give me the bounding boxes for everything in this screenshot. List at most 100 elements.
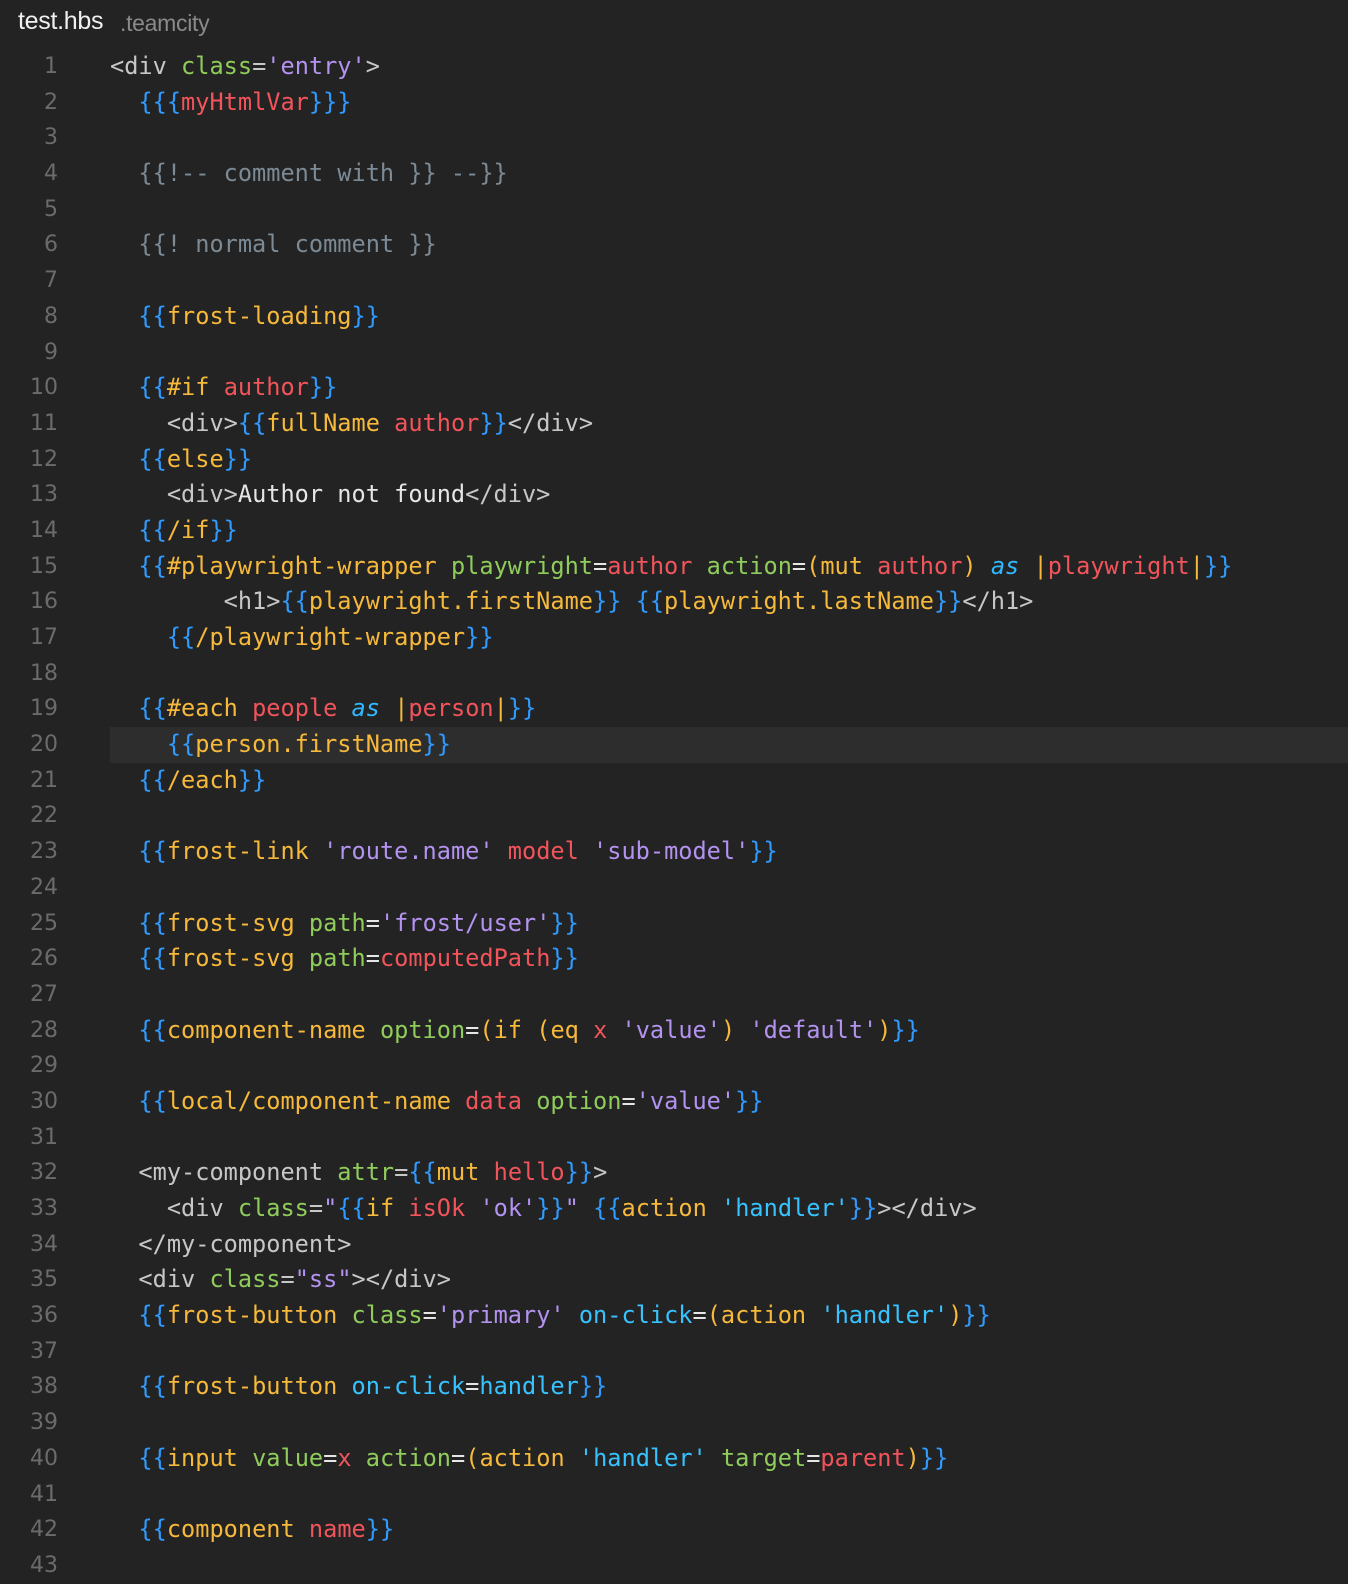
code-line[interactable]: 20 {{person.firstName}} bbox=[0, 727, 1348, 763]
code-line[interactable]: 10 {{#if author}} bbox=[0, 370, 1348, 406]
code-token: 'handler' bbox=[721, 1194, 849, 1222]
code-token: data bbox=[465, 1086, 522, 1115]
code-token: name bbox=[308, 1515, 366, 1544]
code-line[interactable]: 4 {{!-- comment with }} --}} bbox=[0, 156, 1348, 192]
line-number: 36 bbox=[30, 1303, 58, 1329]
code-token: {{ bbox=[138, 1515, 167, 1544]
code-line[interactable]: 33 <div class="{{if isOk 'ok'}}" {{actio… bbox=[0, 1191, 1348, 1227]
code-editor[interactable]: test.hbs .teamcity 1 <div class='entry'> 2… bbox=[0, 0, 1348, 1584]
code-line[interactable]: 39 bbox=[0, 1405, 1348, 1441]
code-token: (mut bbox=[806, 551, 863, 580]
line-content: {{#playwright-wrapper playwright=author … bbox=[110, 549, 1232, 585]
code-token: input bbox=[166, 1443, 238, 1472]
code-token: {{ bbox=[138, 908, 167, 937]
code-token: frost-svg bbox=[166, 944, 295, 973]
code-line[interactable]: 26 {{frost-svg path=computedPath}} bbox=[0, 941, 1348, 977]
code-line[interactable]: 28 {{component-name option=(if (eq x 'va… bbox=[0, 1013, 1348, 1049]
code-line[interactable]: 3 bbox=[0, 120, 1348, 156]
code-line[interactable]: 14 {{/if}} bbox=[0, 513, 1348, 549]
code-token: }} bbox=[479, 408, 508, 437]
code-line[interactable]: 1 <div class='entry'> bbox=[0, 49, 1348, 85]
line-number: 17 bbox=[30, 625, 58, 650]
code-line[interactable]: 37 bbox=[0, 1334, 1348, 1370]
code-token: {{ bbox=[635, 587, 665, 616]
code-token: (action bbox=[706, 1301, 807, 1330]
code-line[interactable]: 22 bbox=[0, 798, 1348, 834]
code-token: <div> bbox=[166, 408, 238, 437]
code-token: author bbox=[223, 373, 309, 402]
code-line[interactable]: 43 bbox=[0, 1548, 1348, 1584]
code-token: }}} bbox=[308, 87, 352, 116]
code-line[interactable]: 15 {{#playwright-wrapper playwright=auth… bbox=[0, 549, 1348, 585]
code-token: computedPath bbox=[379, 944, 551, 973]
code-line[interactable]: 17 {{/playwright-wrapper}} bbox=[0, 620, 1348, 656]
code-line[interactable]: 42 {{component name}} bbox=[0, 1512, 1348, 1548]
code-line[interactable]: 23 {{frost-link 'route.name' model 'sub-… bbox=[0, 834, 1348, 870]
code-line[interactable]: 16 <h1>{{playwright.firstName}} {{playwr… bbox=[0, 584, 1348, 620]
code-line[interactable]: 7 bbox=[0, 263, 1348, 299]
code-line[interactable]: 35 <div class="ss"></div> bbox=[0, 1262, 1348, 1298]
code-token: option bbox=[379, 1015, 466, 1044]
code-token: }} bbox=[223, 444, 253, 473]
code-line[interactable]: 19 {{#each people as |person|}} bbox=[0, 691, 1348, 727]
code-line[interactable]: 32 <my-component attr={{mut hello}}> bbox=[0, 1155, 1348, 1191]
code-line[interactable]: 34 </my-component> bbox=[0, 1227, 1348, 1263]
code-line[interactable]: 5 bbox=[0, 192, 1348, 228]
code-line[interactable]: 12 {{else}} bbox=[0, 442, 1348, 478]
code-token: 'default' bbox=[749, 1015, 878, 1044]
code-line[interactable]: 21 {{/each}} bbox=[0, 763, 1348, 799]
code-line[interactable]: 36 {{frost-button class='primary' on-cli… bbox=[0, 1298, 1348, 1334]
code-line[interactable]: 13 <div>Author not found</div> bbox=[0, 477, 1348, 513]
code-token: | bbox=[1189, 551, 1204, 580]
code-token: (eq bbox=[536, 1015, 579, 1044]
code-line[interactable]: 18 bbox=[0, 656, 1348, 692]
code-token: path bbox=[308, 944, 366, 973]
code-token: = bbox=[791, 551, 807, 580]
code-line[interactable]: 9 bbox=[0, 335, 1348, 371]
code-token: {{ bbox=[593, 1194, 622, 1222]
code-token: fullName bbox=[266, 408, 380, 437]
code-token: ) bbox=[905, 1443, 920, 1472]
code-line[interactable]: 41 bbox=[0, 1477, 1348, 1513]
line-content: {{frost-loading}} bbox=[110, 299, 380, 335]
code-line[interactable]: 29 bbox=[0, 1048, 1348, 1084]
code-token: | bbox=[394, 694, 409, 723]
code-line[interactable]: 6 {{! normal comment }} bbox=[0, 227, 1348, 263]
code-token: = bbox=[621, 1086, 636, 1115]
code-token: 'sub-model' bbox=[593, 837, 750, 866]
code-token: }} bbox=[209, 515, 238, 544]
code-line[interactable]: 38 {{frost-button on-click=handler}} bbox=[0, 1369, 1348, 1405]
code-line[interactable]: 27 bbox=[0, 977, 1348, 1013]
code-line[interactable]: 31 bbox=[0, 1120, 1348, 1156]
tab-filename[interactable]: test.hbs bbox=[18, 7, 103, 36]
code-token: person bbox=[408, 694, 494, 723]
code-token: {{ bbox=[237, 408, 267, 437]
code-token: }} bbox=[749, 837, 778, 866]
code-line[interactable]: 30 {{local/component-name data option='v… bbox=[0, 1084, 1348, 1120]
code-area[interactable]: 1 <div class='entry'> 2 {{{myHtmlVar}}} 3 4 … bbox=[0, 49, 1348, 1584]
code-line[interactable]: 40 {{input value=x action=(action 'handl… bbox=[0, 1441, 1348, 1477]
code-line[interactable]: 25 {{frost-svg path='frost/user'}} bbox=[0, 906, 1348, 942]
code-line[interactable]: 24 bbox=[0, 870, 1348, 906]
code-line[interactable]: 8 {{frost-loading}} bbox=[0, 299, 1348, 335]
code-token: path bbox=[308, 908, 366, 937]
code-token: frost-loading bbox=[166, 301, 352, 330]
line-number: 37 bbox=[30, 1338, 58, 1364]
code-line[interactable]: 2 {{{myHtmlVar}}} bbox=[0, 85, 1348, 121]
code-token: ) bbox=[720, 1015, 736, 1044]
code-token: ></div> bbox=[351, 1265, 451, 1294]
code-line[interactable]: 11 <div>{{fullName author}}</div> bbox=[0, 406, 1348, 442]
code-token: attr bbox=[337, 1158, 395, 1187]
